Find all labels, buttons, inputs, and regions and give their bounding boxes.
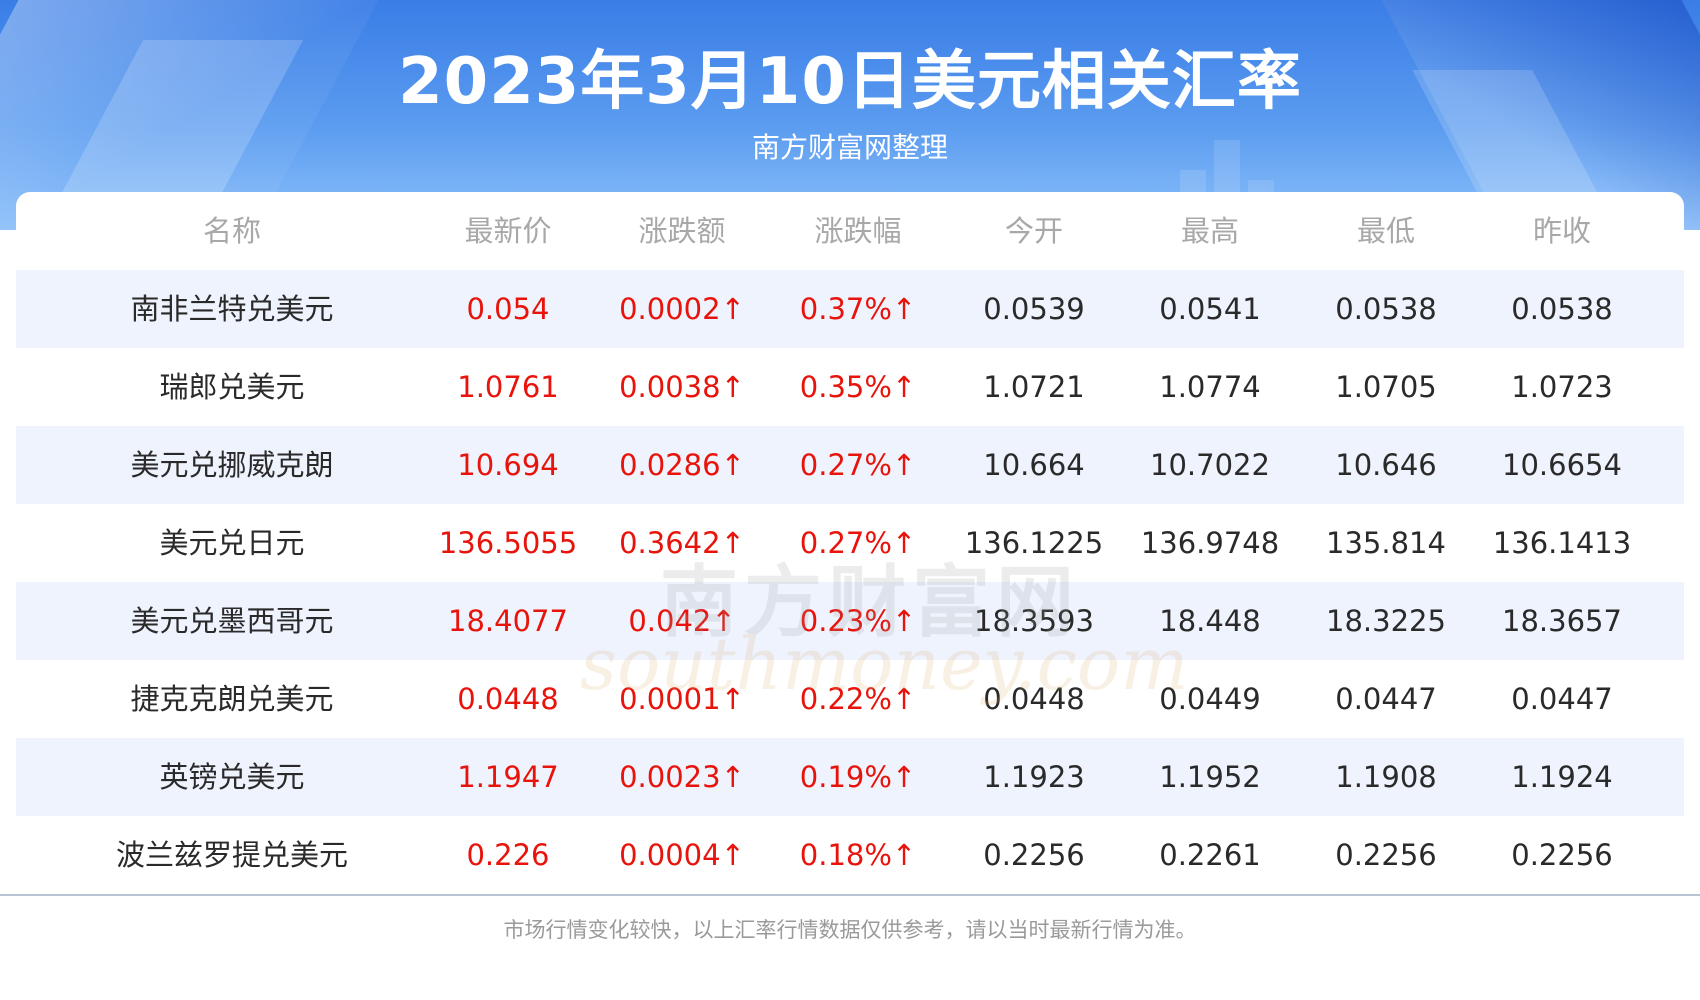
cell-change: 0.0001↑ [619, 682, 745, 716]
column-header-low: 最低 [1356, 214, 1415, 248]
cell-change-pct: 0.18%↑ [799, 838, 917, 872]
cell-change: 0.0286↑ [619, 448, 745, 482]
column-header-change: 涨跌额 [638, 214, 726, 248]
cell-high: 18.448 [1159, 604, 1261, 638]
column-header-name: 名称 [202, 214, 261, 248]
cell-prev-close: 10.6654 [1502, 448, 1622, 482]
table-row: 南非兰特兑美元 0.054 0.0002↑ 0.37%↑ 0.0539 0.0541 0.0… [16, 270, 1684, 348]
cell-low: 10.646 [1335, 448, 1437, 482]
cell-change: 0.042↑ [628, 604, 736, 638]
cell-high: 136.9748 [1140, 526, 1280, 560]
cell-open: 1.1923 [983, 760, 1085, 794]
cell-open: 136.1225 [964, 526, 1104, 560]
cell-open: 18.3593 [974, 604, 1094, 638]
cell-prev-close: 0.0538 [1511, 292, 1613, 326]
cell-open: 0.2256 [983, 838, 1085, 872]
cell-high: 1.1952 [1159, 760, 1261, 794]
cell-latest: 0.054 [466, 292, 550, 326]
cell-prev-close: 136.1413 [1492, 526, 1632, 560]
cell-change-pct: 0.22%↑ [799, 682, 917, 716]
table-row: 美元兑日元 136.5055 0.3642↑ 0.27%↑ 136.1225 136.97… [16, 504, 1684, 582]
cell-latest: 10.694 [457, 448, 559, 482]
table-row: 美元兑墨西哥元 18.4077 0.042↑ 0.23%↑ 18.3593 18.448 1… [16, 582, 1684, 660]
cell-prev-close: 18.3657 [1502, 604, 1622, 638]
cell-open: 1.0721 [983, 370, 1085, 404]
cell-name: 美元兑挪威克朗 [130, 448, 334, 482]
cell-latest: 0.0448 [457, 682, 559, 716]
column-header-open: 今开 [1004, 214, 1063, 248]
cell-name: 南非兰特兑美元 [130, 292, 334, 326]
column-header-change-pct: 涨跌幅 [814, 214, 902, 248]
footer-divider [0, 894, 1700, 896]
cell-high: 0.2261 [1159, 838, 1261, 872]
cell-low: 1.0705 [1335, 370, 1437, 404]
cell-name: 捷克克朗兑美元 [130, 682, 334, 716]
cell-latest: 18.4077 [448, 604, 568, 638]
rate-table: 名称 最新价 涨跌额 涨跌幅 今开 最高 最低 昨收 南非兰特兑美元 0.054 0… [16, 192, 1684, 896]
cell-low: 0.2256 [1335, 838, 1437, 872]
cell-open: 0.0448 [983, 682, 1085, 716]
table-row: 波兰兹罗提兑美元 0.226 0.0004↑ 0.18%↑ 0.2256 0.2261 0.… [16, 816, 1684, 894]
page-subtitle: 南方财富网整理 [751, 131, 948, 164]
table-row: 英镑兑美元 1.1947 0.0023↑ 0.19%↑ 1.1923 1.1952 1.19… [16, 738, 1684, 816]
cell-low: 0.0538 [1335, 292, 1437, 326]
cell-low: 18.3225 [1326, 604, 1446, 638]
cell-change-pct: 0.35%↑ [799, 370, 917, 404]
cell-prev-close: 1.0723 [1511, 370, 1613, 404]
cell-high: 0.0541 [1159, 292, 1261, 326]
cell-change: 0.0002↑ [619, 292, 745, 326]
cell-name: 英镑兑美元 [159, 760, 305, 794]
cell-prev-close: 0.2256 [1511, 838, 1613, 872]
cell-low: 0.0447 [1335, 682, 1437, 716]
cell-name: 美元兑日元 [159, 526, 305, 560]
table-row: 美元兑挪威克朗 10.694 0.0286↑ 0.27%↑ 10.664 10.7022 1… [16, 426, 1684, 504]
cell-latest: 1.1947 [457, 760, 559, 794]
cell-low: 135.814 [1326, 526, 1446, 560]
column-header-high: 最高 [1180, 214, 1239, 248]
cell-change-pct: 0.27%↑ [799, 526, 917, 560]
cell-low: 1.1908 [1335, 760, 1437, 794]
cell-latest: 1.0761 [457, 370, 559, 404]
page-title: 2023年3月10日美元相关汇率 [398, 45, 1302, 119]
cell-prev-close: 1.1924 [1511, 760, 1613, 794]
cell-change: 0.0023↑ [619, 760, 745, 794]
cell-change-pct: 0.27%↑ [799, 448, 917, 482]
cell-open: 0.0539 [983, 292, 1085, 326]
cell-change-pct: 0.37%↑ [799, 292, 917, 326]
footer-disclaimer: 市场行情变化较快，以上汇率行情数据仅供参考，请以当时最新行情为准。 [503, 918, 1197, 942]
cell-open: 10.664 [983, 448, 1085, 482]
cell-change-pct: 0.19%↑ [799, 760, 917, 794]
column-header-prev-close: 昨收 [1532, 214, 1591, 248]
cell-latest: 136.5055 [438, 526, 578, 560]
table-header: 名称 最新价 涨跌额 涨跌幅 今开 最高 最低 昨收 [16, 192, 1684, 270]
cell-name: 美元兑墨西哥元 [130, 604, 334, 638]
page: 2023年3月10日美元相关汇率 南方财富网整理 名称 最新价 涨跌额 涨跌幅 … [0, 0, 1700, 1000]
cell-change: 0.0004↑ [619, 838, 745, 872]
cell-change: 0.0038↑ [619, 370, 745, 404]
column-header-latest: 最新价 [464, 214, 552, 248]
table-row: 捷克克朗兑美元 0.0448 0.0001↑ 0.22%↑ 0.0448 0.0449 0.… [16, 660, 1684, 738]
cell-name: 波兰兹罗提兑美元 [115, 838, 348, 872]
cell-high: 1.0774 [1159, 370, 1261, 404]
cell-change: 0.3642↑ [619, 526, 745, 560]
cell-change-pct: 0.23%↑ [799, 604, 917, 638]
cell-prev-close: 0.0447 [1511, 682, 1613, 716]
cell-high: 10.7022 [1150, 448, 1270, 482]
cell-name: 瑞郎兑美元 [159, 370, 305, 404]
cell-high: 0.0449 [1159, 682, 1261, 716]
cell-latest: 0.226 [466, 838, 550, 872]
table-row: 瑞郎兑美元 1.0761 0.0038↑ 0.35%↑ 1.0721 1.0774 1.07… [16, 348, 1684, 426]
